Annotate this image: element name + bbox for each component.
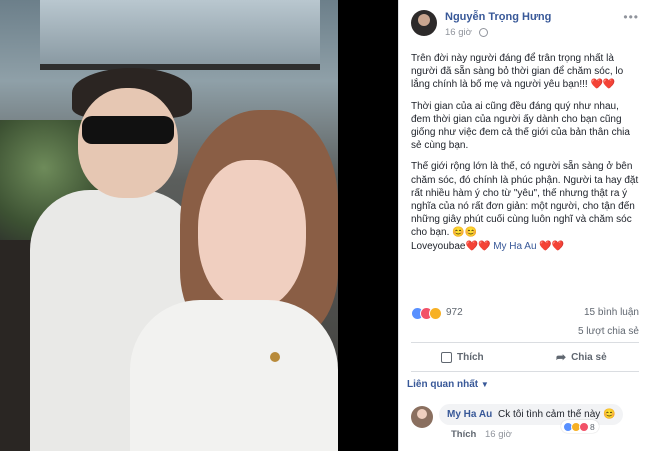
share-arrow-icon: ➦	[556, 350, 567, 364]
commenter-avatar[interactable]	[411, 406, 433, 428]
author-avatar[interactable]	[411, 10, 437, 36]
sort-label: Liên quan nhất	[407, 379, 479, 390]
share-button[interactable]: ➦ Chia sẻ	[556, 343, 607, 371]
comment-meta: Thích 16 giờ	[451, 429, 512, 440]
reactions-summary[interactable]: 972 15 bình luận 5 lượt chia sẻ	[411, 306, 639, 337]
post-actions: Thích ➦ Chia sẻ	[411, 342, 639, 372]
comment-reaction-count: 8	[590, 421, 595, 432]
more-options-icon[interactable]: •••	[623, 10, 639, 24]
woman-shirt	[130, 300, 338, 451]
post-paragraph-3: Thế giới rộng lớn là thế, có người sẵn s…	[411, 161, 639, 252]
post-paragraph-1: Trên đời này người đáng để trân trọng nh…	[411, 53, 624, 91]
author-name[interactable]: Nguyễn Trọng Hưng	[445, 11, 551, 23]
like-label: Thích	[457, 351, 484, 363]
comment-like-link[interactable]: Thích	[451, 429, 476, 440]
commenter-name[interactable]: My Ha Au	[447, 409, 492, 420]
woman-face	[198, 160, 306, 310]
heart-emoji: ❤️❤️	[539, 240, 565, 252]
comment-reactions[interactable]: 8	[561, 420, 599, 433]
car-sunroof	[40, 0, 320, 70]
heart-emoji: ❤️❤️	[590, 79, 616, 91]
haha-reaction-icon	[429, 307, 442, 320]
bee-brooch	[270, 352, 280, 362]
chevron-down-icon: ▼	[480, 380, 489, 389]
comment-text: Ck tôi tình cảm thế này 😊	[497, 409, 616, 420]
like-button[interactable]: Thích	[441, 343, 484, 371]
love-reaction-icon	[579, 421, 589, 432]
share-count-link[interactable]: 5 lượt chia sẻ	[578, 326, 639, 337]
globe-icon	[479, 28, 488, 37]
post-panel: Nguyễn Trọng Hưng 16 giờ ••• Trên đời nà…	[398, 0, 650, 451]
reaction-count[interactable]: 972	[446, 307, 463, 318]
share-label: Chia sẻ	[571, 351, 607, 363]
smile-emoji: 😊😊	[452, 227, 478, 239]
post-time[interactable]: 16 giờ	[445, 27, 472, 38]
comment-sort-dropdown[interactable]: Liên quan nhất ▼	[407, 379, 489, 390]
comment-item: My Ha Au Ck tôi tình cảm thế này 😊 8 Thí…	[411, 398, 641, 448]
comment-time[interactable]: 16 giờ	[485, 429, 512, 440]
post-paragraph-2: Thời gian của ai cũng đều đáng quý như n…	[411, 100, 630, 152]
post-body: Trên đời này người đáng để trân trọng nh…	[411, 52, 641, 261]
tagged-user-link[interactable]: My Ha Au	[493, 241, 536, 252]
signoff-text: Loveyoubae	[411, 240, 466, 252]
post-photo	[0, 0, 338, 451]
post-header: Nguyễn Trọng Hưng 16 giờ •••	[399, 0, 650, 44]
thumbs-up-icon	[441, 351, 452, 363]
comment-count-link[interactable]: 15 bình luận	[584, 307, 639, 318]
sunglasses	[82, 116, 174, 144]
photo-viewer[interactable]	[0, 0, 398, 451]
heart-emoji: ❤️❤️	[465, 240, 491, 252]
